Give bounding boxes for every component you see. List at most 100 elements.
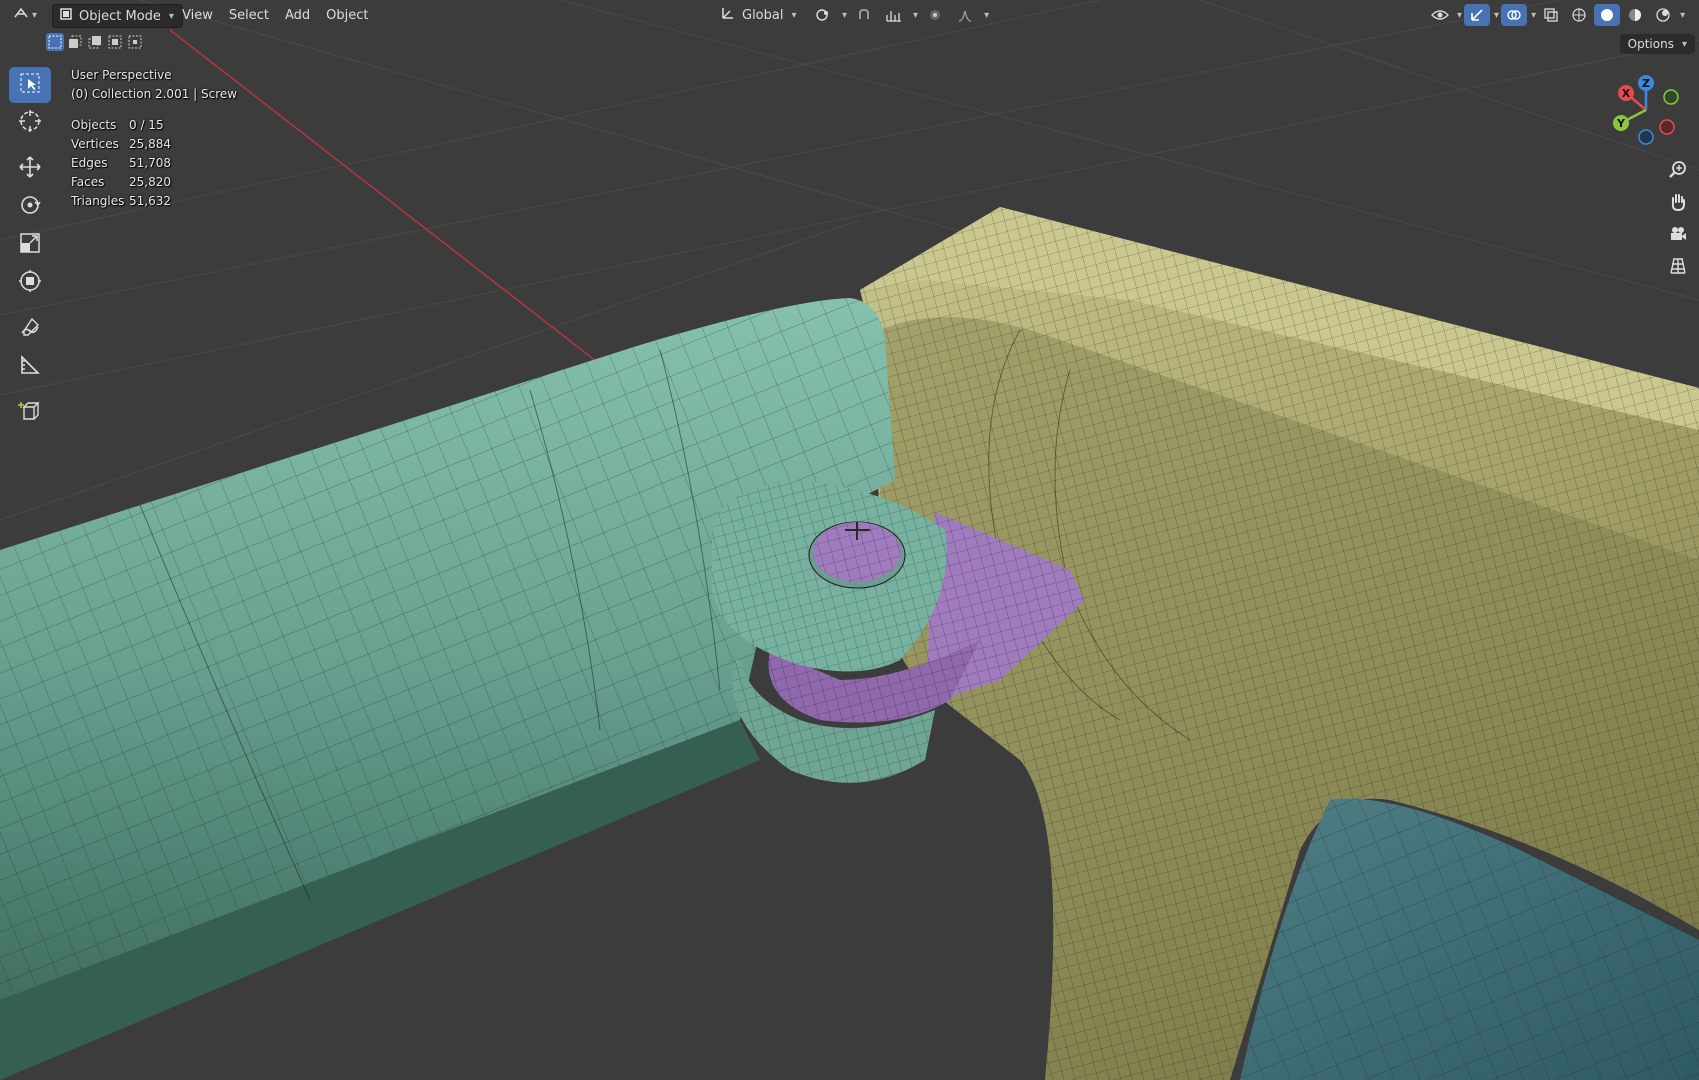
y-axis-label: Y bbox=[1616, 117, 1626, 130]
object-mode-icon bbox=[59, 7, 73, 25]
cursor-tool[interactable] bbox=[9, 105, 51, 141]
neg-z-axis-handle[interactable] bbox=[1638, 129, 1654, 145]
select-intersect-icon[interactable] bbox=[126, 33, 144, 51]
collection-info-text: (0) Collection 2.001 | Screw bbox=[71, 87, 238, 101]
annotate-tool[interactable] bbox=[9, 311, 51, 347]
add-cube-tool[interactable] bbox=[9, 395, 51, 431]
menu-object[interactable]: Object bbox=[318, 8, 376, 23]
rotate-icon bbox=[18, 193, 42, 221]
add-cube-icon bbox=[18, 399, 42, 427]
chevron-down-icon: ▾ bbox=[791, 9, 797, 21]
3d-viewport-icon bbox=[12, 5, 30, 25]
snap-target-button[interactable] bbox=[881, 4, 907, 26]
pivot-point-button[interactable] bbox=[810, 4, 836, 26]
stat-label: Triangles bbox=[71, 194, 125, 208]
mode-label: Object Mode bbox=[79, 8, 161, 24]
stat-row: Vertices 25,884 bbox=[71, 135, 237, 154]
orientation-label: Global bbox=[742, 7, 784, 23]
teal-beam-mesh bbox=[0, 298, 895, 1080]
z-axis-label: Z bbox=[1642, 77, 1650, 90]
camera-icon bbox=[1668, 224, 1688, 248]
stat-row: Edges 51,708 bbox=[71, 154, 237, 173]
transform-tool[interactable] bbox=[9, 265, 51, 301]
chevron-down-icon: ▾ bbox=[1494, 9, 1500, 21]
view-name-text: User Perspective bbox=[71, 68, 172, 82]
scale-icon bbox=[18, 231, 42, 259]
annotate-icon bbox=[18, 315, 42, 343]
menu-add[interactable]: Add bbox=[277, 8, 318, 23]
material-shading-button[interactable] bbox=[1622, 4, 1648, 26]
options-label: Options bbox=[1627, 37, 1674, 51]
chevron-down-icon: ▾ bbox=[1531, 9, 1537, 21]
visibility-icon[interactable] bbox=[1427, 4, 1453, 26]
select-invert-icon[interactable] bbox=[106, 33, 124, 51]
chevron-down-icon: ▾ bbox=[984, 9, 990, 21]
navigation-gizmo[interactable]: Z X Y bbox=[1589, 70, 1699, 160]
stat-label: Faces bbox=[71, 175, 105, 189]
select-extend-icon[interactable] bbox=[66, 33, 84, 51]
cursor-icon bbox=[18, 109, 42, 137]
stat-row: Faces 25,820 bbox=[71, 173, 237, 192]
stat-value: 25,820 bbox=[129, 175, 171, 189]
select-box-tool[interactable] bbox=[9, 67, 51, 103]
stat-row: Triangles 51,632 bbox=[71, 192, 237, 211]
falloff-curve-button[interactable] bbox=[952, 4, 978, 26]
scene-statistics: Objects 0 / 15 Vertices 25,884 Edges 51,708… bbox=[71, 116, 237, 211]
x-axis-label: X bbox=[1622, 87, 1631, 100]
grid-ortho-icon bbox=[1668, 256, 1688, 280]
overlays-toggle-button[interactable] bbox=[1501, 4, 1528, 26]
xray-toggle-button[interactable] bbox=[1538, 4, 1564, 26]
transform-orientation-dropdown[interactable]: Global ▾ bbox=[720, 4, 797, 26]
transform-icon bbox=[18, 269, 42, 297]
menu-view[interactable]: View bbox=[174, 8, 221, 23]
select-box-icon bbox=[19, 72, 41, 98]
select-subtract-icon[interactable] bbox=[86, 33, 104, 51]
measure-icon bbox=[18, 353, 42, 381]
wireframe-shading-button[interactable] bbox=[1566, 4, 1592, 26]
chevron-down-icon: ▾ bbox=[1681, 38, 1687, 50]
mode-dropdown[interactable]: Object Mode ▾ bbox=[52, 4, 183, 28]
chevron-down-icon: ▾ bbox=[842, 9, 848, 21]
move-icon bbox=[18, 155, 42, 183]
snap-toggle-button[interactable] bbox=[851, 4, 877, 26]
editor-type-button[interactable]: ▾ bbox=[12, 4, 37, 26]
ortho-toggle-button[interactable] bbox=[1662, 253, 1694, 283]
zoom-icon bbox=[1668, 160, 1688, 184]
stat-value: 51,632 bbox=[129, 194, 171, 208]
viewport-header: ▾ Object Mode ▾ View Select Add Object G… bbox=[0, 0, 1699, 30]
3d-viewport[interactable]: ▾ Object Mode ▾ View Select Add Object G… bbox=[0, 0, 1699, 1080]
gizmo-toggle-button[interactable] bbox=[1464, 4, 1491, 26]
menu-select[interactable]: Select bbox=[221, 8, 277, 23]
rotate-tool[interactable] bbox=[9, 189, 51, 225]
tool-shelf bbox=[9, 67, 52, 433]
selection-mode-buttons bbox=[46, 33, 144, 51]
scale-tool[interactable] bbox=[9, 227, 51, 263]
chevron-down-icon: ▾ bbox=[1680, 9, 1686, 21]
stat-label: Objects bbox=[71, 118, 117, 132]
neg-x-axis-handle[interactable] bbox=[1659, 119, 1675, 135]
neg-y-axis-handle[interactable] bbox=[1663, 89, 1679, 105]
zoom-button[interactable] bbox=[1662, 157, 1694, 187]
stat-label: Edges bbox=[71, 156, 108, 170]
options-dropdown[interactable]: Options ▾ bbox=[1619, 34, 1695, 54]
measure-tool[interactable] bbox=[9, 349, 51, 385]
rendered-shading-button[interactable] bbox=[1650, 4, 1676, 26]
stat-value: 25,884 bbox=[129, 137, 171, 151]
select-new-icon[interactable] bbox=[46, 33, 64, 51]
viewport-info-overlay: User Perspective (0) Collection 2.001 | … bbox=[71, 66, 237, 211]
stat-row: Objects 0 / 15 bbox=[71, 116, 237, 135]
stat-value: 51,708 bbox=[129, 156, 171, 170]
chevron-down-icon: ▾ bbox=[32, 9, 38, 21]
orientation-icon bbox=[720, 5, 736, 25]
camera-view-button[interactable] bbox=[1662, 221, 1694, 251]
navigation-buttons bbox=[1662, 157, 1698, 285]
chevron-down-icon: ▾ bbox=[1457, 9, 1463, 21]
pan-button[interactable] bbox=[1662, 189, 1694, 219]
hand-pan-icon bbox=[1668, 192, 1688, 216]
chevron-down-icon: ▾ bbox=[913, 9, 919, 21]
solid-shading-button[interactable] bbox=[1594, 4, 1621, 26]
move-tool[interactable] bbox=[9, 151, 51, 187]
stat-label: Vertices bbox=[71, 137, 119, 151]
proportional-editing-button[interactable] bbox=[922, 4, 948, 26]
stat-value: 0 / 15 bbox=[129, 118, 164, 132]
